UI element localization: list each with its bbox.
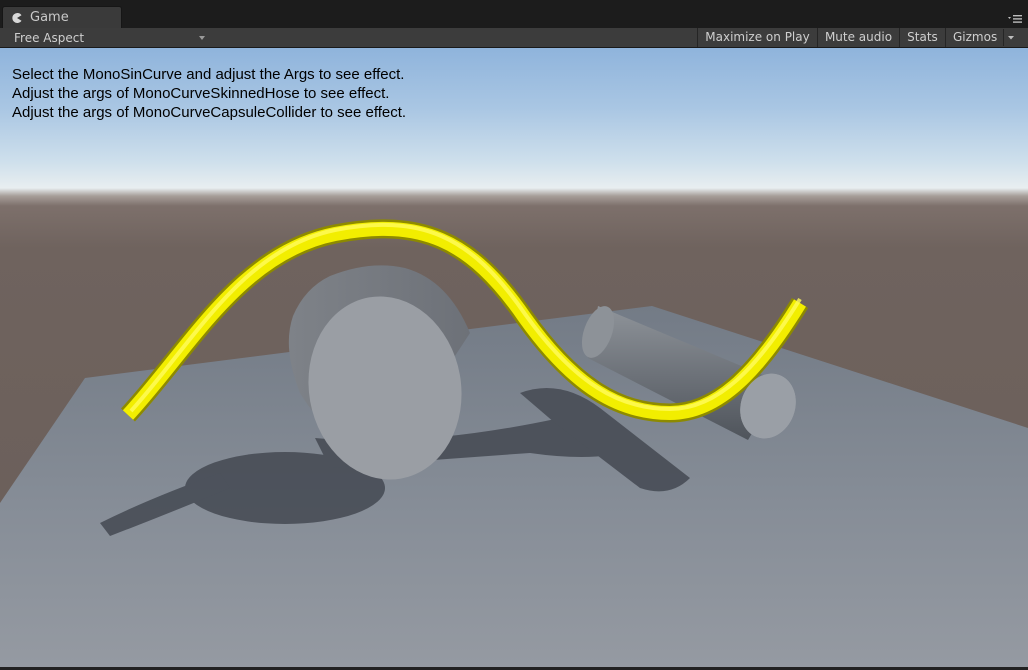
mute-audio-toggle[interactable]: Mute audio	[817, 28, 899, 47]
gizmos-button[interactable]: Gizmos	[945, 28, 1019, 47]
panel-menu-icon[interactable]	[1008, 14, 1022, 24]
instruction-line-1: Select the MonoSinCurve and adjust the A…	[12, 66, 405, 83]
gizmos-dropdown[interactable]	[1003, 29, 1017, 46]
maximize-label: Maximize on Play	[705, 30, 810, 44]
scene-render	[0, 219, 1028, 667]
stats-toggle[interactable]: Stats	[899, 28, 945, 47]
mute-label: Mute audio	[824, 30, 893, 44]
ground-plane	[0, 306, 1028, 667]
aspect-value: Free Aspect	[14, 31, 85, 45]
dropdown-arrow-icon	[199, 36, 205, 40]
gizmos-label: Gizmos	[953, 30, 998, 44]
chevron-down-icon	[1008, 36, 1014, 40]
aspect-dropdown[interactable]: Free Aspect	[6, 29, 209, 47]
tab-bar: Game	[0, 0, 1028, 28]
tab-label: Game	[30, 10, 69, 25]
instruction-line-2: Adjust the args of MonoCurveSkinnedHose …	[12, 85, 390, 102]
game-viewport[interactable]: Select the MonoSinCurve and adjust the A…	[0, 48, 1028, 667]
maximize-on-play-toggle[interactable]: Maximize on Play	[697, 28, 817, 47]
tab-game[interactable]: Game	[2, 6, 122, 28]
instruction-text: Select the MonoSinCurve and adjust the A…	[12, 65, 406, 122]
stats-label: Stats	[907, 30, 938, 44]
pacman-icon	[12, 13, 22, 23]
instruction-line-3: Adjust the args of MonoCurveCapsuleColli…	[12, 104, 407, 121]
game-toolbar: Free Aspect Maximize on Play Mute audio …	[0, 28, 1028, 48]
